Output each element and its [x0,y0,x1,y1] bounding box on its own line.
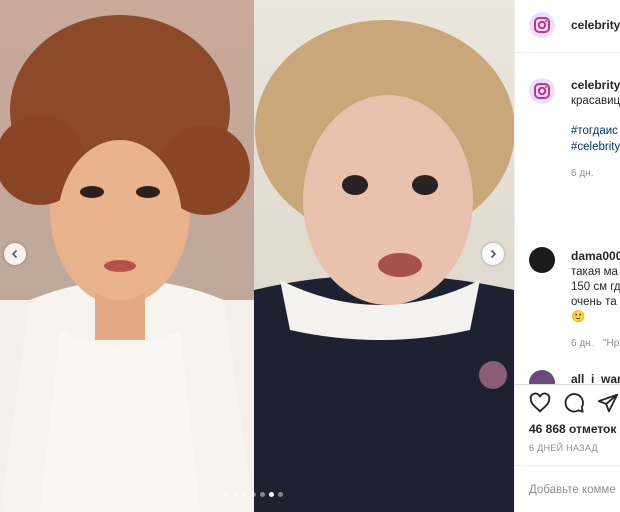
comment-text-line: 150 см гд [571,281,620,293]
chevron-right-icon [490,249,497,259]
input-divider [515,465,620,466]
slide-dot [242,492,247,497]
author-avatar[interactable] [529,12,555,38]
comment-age: 6 дн. [571,338,594,349]
caption-text: красавиц [571,95,620,107]
share-button[interactable] [597,392,619,414]
comment-button[interactable] [563,392,585,414]
heart-icon [529,392,551,413]
header-divider [515,52,620,53]
slide-indicator [224,492,283,497]
slide-dot [251,492,256,497]
slide-dot [278,492,283,497]
comment-text-line: 🙂 [571,311,586,323]
caption-username[interactable]: celebrity_ [571,78,620,92]
photo-collage [0,0,514,512]
commenter-avatar[interactable] [529,247,555,273]
instagram-logo-icon [529,78,555,104]
comment-text-line: очень та [571,296,617,308]
caption-author-avatar[interactable] [529,78,555,104]
comment-bubble-icon [564,393,584,413]
chevron-left-icon [11,249,18,259]
comment-username[interactable]: dama000 [571,249,620,263]
hashtag[interactable]: #celebrity [571,140,620,155]
slide-dot [224,492,229,497]
like-button[interactable] [529,392,551,414]
prev-slide-button[interactable] [4,243,26,265]
post-side-panel: celebrity_ celebrity_ красавиц #тогдаис … [514,0,620,512]
instagram-logo-icon [529,12,555,38]
slide-dot [260,492,265,497]
post-author-username[interactable]: celebrity_ [571,18,620,32]
paper-plane-icon [597,393,619,413]
hashtag[interactable]: #тогдаис [571,124,618,139]
add-comment-input[interactable]: Добавьте комме [529,484,616,496]
slide-dot-active [269,492,274,497]
next-slide-button[interactable] [482,243,504,265]
slide-dot [233,492,238,497]
posted-time: 6 ДНЕЙ НАЗАД [529,443,598,453]
comment-text-line: такая ма [571,266,618,278]
caption-age: 6 дн. [571,168,594,179]
comment-reply-button[interactable]: "Нр [603,338,619,349]
likes-count[interactable]: 46 868 отметок " [529,422,620,436]
post-photo [0,0,514,512]
